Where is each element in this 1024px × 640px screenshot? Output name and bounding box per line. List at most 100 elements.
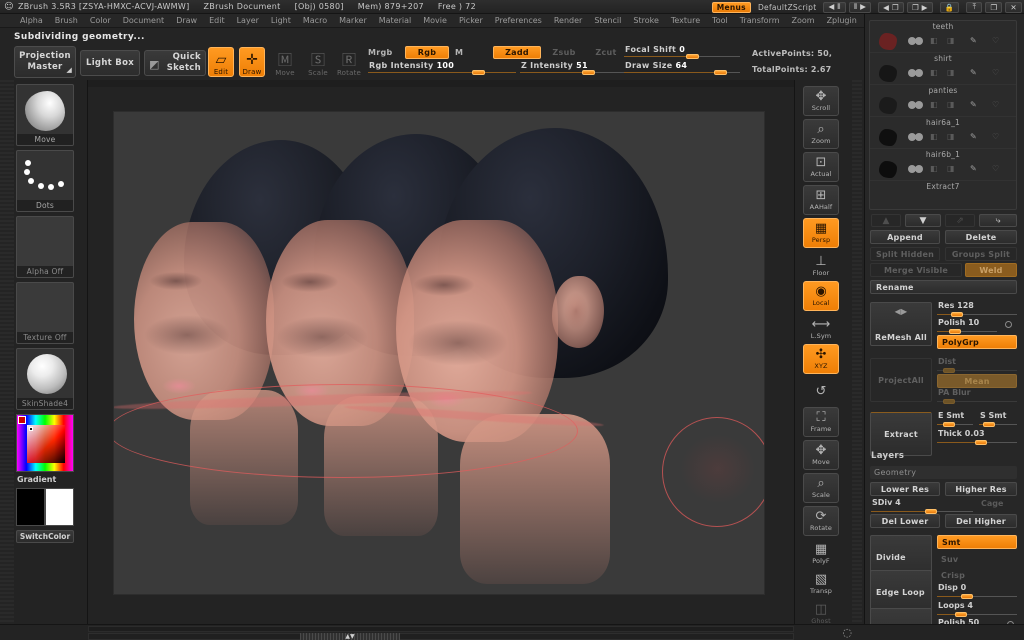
- geometry-section-title[interactable]: Geometry: [870, 466, 1017, 479]
- sdiv-slider[interactable]: SDiv 4: [871, 498, 973, 514]
- menu-item-material[interactable]: Material: [373, 15, 418, 27]
- subtool-paint-icon[interactable]: ✎: [970, 68, 977, 77]
- projection-master-button[interactable]: Projection Master ◢: [14, 46, 76, 78]
- loops-slider[interactable]: Loops 4: [937, 601, 1017, 617]
- split-hidden-button[interactable]: Split Hidden: [870, 247, 940, 261]
- menu-item-preferences[interactable]: Preferences: [489, 15, 548, 27]
- menu-item-layer[interactable]: Layer: [231, 15, 265, 27]
- s-smt-slider[interactable]: S Smt: [979, 411, 1017, 427]
- slider-knob[interactable]: [943, 399, 955, 404]
- menu-item-edit[interactable]: Edit: [203, 15, 231, 27]
- menu-item-transform[interactable]: Transform: [734, 15, 786, 27]
- viewport-canvas[interactable]: [114, 112, 764, 594]
- mrgb-toggle[interactable]: Mrgb: [368, 48, 393, 57]
- move-mode-button[interactable]: 🄼 Move: [272, 47, 298, 77]
- del-higher-button[interactable]: Del Higher: [945, 514, 1017, 528]
- delete-button[interactable]: Delete: [945, 230, 1017, 244]
- scrollbar-handle[interactable]: ▲▼: [300, 633, 400, 640]
- m-toggle[interactable]: M: [455, 48, 463, 57]
- slider-knob[interactable]: [686, 54, 699, 59]
- view-button-scale[interactable]: ⌕ Scale: [803, 473, 839, 503]
- subtool-visibility-toggles[interactable]: [908, 37, 924, 45]
- menu-item-picker[interactable]: Picker: [453, 15, 489, 27]
- subtool-mode-icon[interactable]: ◧: [930, 164, 938, 173]
- view-button-zoom[interactable]: ⌕ Zoom: [803, 119, 839, 149]
- zcut-toggle[interactable]: Zcut: [588, 46, 624, 59]
- slider-knob[interactable]: [951, 312, 963, 317]
- higher-res-button[interactable]: Higher Res: [945, 482, 1017, 496]
- merge-visible-button[interactable]: Merge Visible: [870, 263, 962, 277]
- dist-slider[interactable]: Dist: [937, 357, 1017, 373]
- subtool-mode-icon[interactable]: ◨: [947, 100, 955, 109]
- material-swatch[interactable]: SkinShade4: [16, 348, 74, 410]
- polish-circle-toggle[interactable]: [1005, 321, 1012, 328]
- subtool-favorite-icon[interactable]: ♡: [992, 132, 999, 141]
- subtool-mode-icon[interactable]: ◨: [947, 68, 955, 77]
- restore-button[interactable]: ❐: [985, 1, 1003, 13]
- rgb-toggle[interactable]: Rgb: [405, 46, 449, 59]
- view-button-floor[interactable]: ⊥ Floor: [803, 251, 839, 281]
- slider-knob[interactable]: [955, 612, 967, 617]
- slider-knob[interactable]: [714, 70, 727, 75]
- slider-knob[interactable]: [472, 70, 485, 75]
- menu-item-brush[interactable]: Brush: [49, 15, 84, 27]
- mean-button[interactable]: Mean: [937, 374, 1017, 388]
- e-smt-slider[interactable]: E Smt: [937, 411, 973, 427]
- subtool-down-button[interactable]: ▼: [905, 214, 941, 227]
- subtool-row[interactable]: hair6a_1 ◧ ◨ ✎ ♡: [870, 117, 1016, 149]
- view-button-xyz[interactable]: ✣ XYZ: [803, 344, 839, 374]
- subtool-mode-icon[interactable]: ◨: [947, 164, 955, 173]
- menu-item-movie[interactable]: Movie: [417, 15, 453, 27]
- window-prev-button[interactable]: ◀ ❐: [878, 1, 904, 13]
- rgb-intensity-slider[interactable]: Rgb Intensity 100: [368, 61, 516, 75]
- slider-knob[interactable]: [961, 594, 973, 599]
- view-button-polyf[interactable]: ▦ PolyF: [803, 539, 839, 569]
- gradient-label[interactable]: Gradient: [17, 475, 56, 484]
- view-button-aahalf[interactable]: ⊞ AAHalf: [803, 185, 839, 215]
- window-next-button[interactable]: ❐ ▶: [906, 1, 933, 13]
- subtool-paint-icon[interactable]: ✎: [970, 36, 977, 45]
- menu-item-stroke[interactable]: Stroke: [627, 15, 665, 27]
- weld-button[interactable]: Weld: [965, 263, 1017, 277]
- extract-button[interactable]: Extract: [870, 412, 932, 456]
- draw-mode-button[interactable]: ✛ Draw: [239, 47, 265, 77]
- menu-item-tool[interactable]: Tool: [706, 15, 734, 27]
- view-button-move[interactable]: ✥ Move: [803, 440, 839, 470]
- subtool-favorite-icon[interactable]: ♡: [992, 68, 999, 77]
- rotate-mode-button[interactable]: 🅁 Rotate: [336, 47, 362, 77]
- view-button-scroll[interactable]: ✥ Scroll: [803, 86, 839, 116]
- focal-shift-slider[interactable]: Focal Shift 0: [624, 45, 740, 59]
- subtool-visibility-toggles[interactable]: [908, 165, 924, 173]
- slider-knob[interactable]: [943, 368, 955, 373]
- nav-right-button[interactable]: ⦀ ▶: [848, 1, 872, 13]
- subtool-mode-icon[interactable]: ◨: [947, 36, 955, 45]
- switch-color-button[interactable]: SwitchColor: [16, 530, 74, 543]
- slider-knob[interactable]: [582, 70, 595, 75]
- res-slider[interactable]: Res 128: [937, 301, 1017, 317]
- menu-item-macro[interactable]: Macro: [297, 15, 333, 27]
- polish-slider[interactable]: Polish 10: [937, 318, 997, 334]
- view-button-l-sym[interactable]: ⟷ L.Sym: [803, 314, 839, 344]
- subtool-row[interactable]: panties ◧ ◨ ✎ ♡: [870, 85, 1016, 117]
- right-shelf-rail[interactable]: [852, 80, 862, 640]
- subtool-duplicate-button[interactable]: ⇗: [945, 214, 975, 227]
- disp-slider[interactable]: Disp 0: [937, 583, 1017, 599]
- subtool-row[interactable]: Extract7: [870, 181, 1016, 209]
- close-button[interactable]: ✕: [1005, 1, 1022, 13]
- brush-swatch[interactable]: Move: [16, 84, 74, 146]
- texture-swatch[interactable]: Texture Off: [16, 282, 74, 344]
- left-shelf-rail[interactable]: [0, 80, 14, 640]
- subtool-paint-icon[interactable]: ✎: [970, 100, 977, 109]
- subtool-row[interactable]: teeth ◧ ◨ ✎ ♡: [870, 21, 1016, 53]
- subtool-visibility-toggles[interactable]: [908, 133, 924, 141]
- slider-knob[interactable]: [949, 329, 961, 334]
- subtool-mode-icon[interactable]: ◧: [930, 100, 938, 109]
- zsub-toggle[interactable]: Zsub: [544, 46, 584, 59]
- edit-mode-button[interactable]: ▱ Edit: [208, 47, 234, 77]
- subtool-favorite-icon[interactable]: ♡: [992, 100, 999, 109]
- quick-sketch-button[interactable]: ◩ Quick Sketch: [144, 50, 206, 76]
- zadd-toggle[interactable]: Zadd: [493, 46, 541, 59]
- remesh-all-button[interactable]: ◀▶ ReMesh All: [870, 302, 932, 346]
- subtool-visibility-toggles[interactable]: [908, 69, 924, 77]
- rename-button[interactable]: Rename: [870, 280, 1017, 294]
